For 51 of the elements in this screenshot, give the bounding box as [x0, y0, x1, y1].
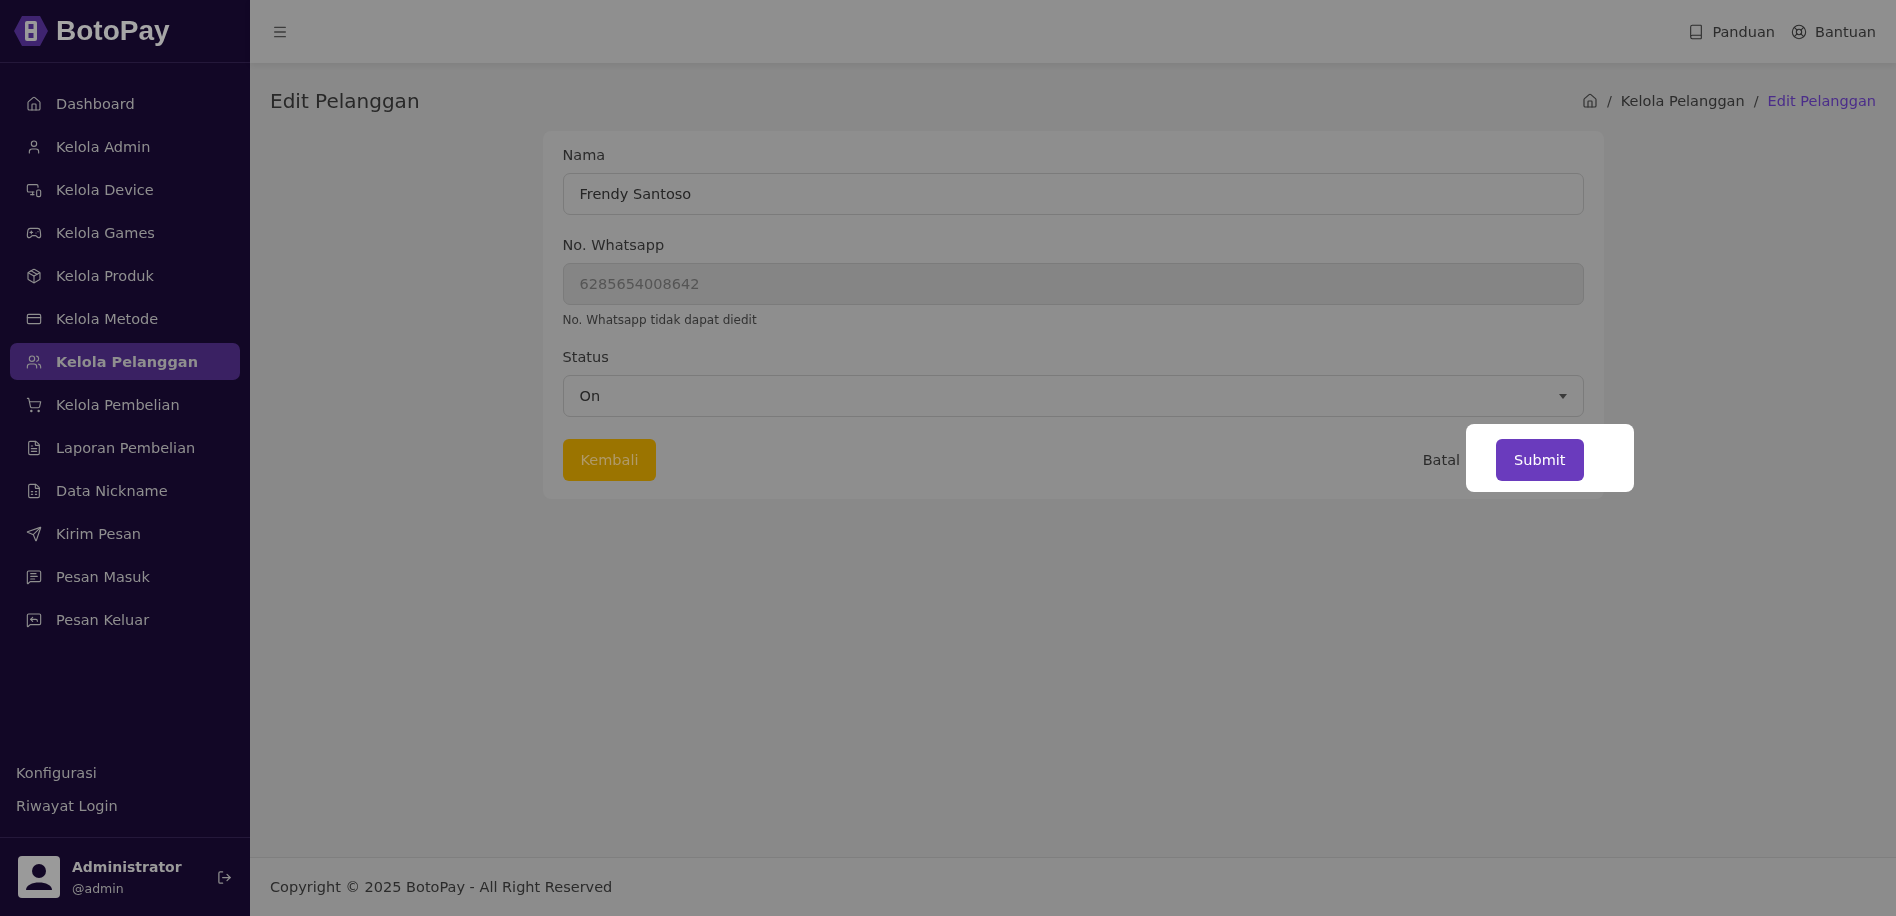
devices-icon [26, 181, 42, 198]
book-icon [1688, 23, 1705, 40]
lifebuoy-icon [1791, 23, 1807, 40]
submit-button[interactable]: Submit [1496, 439, 1584, 481]
sidebar-item[interactable]: Dashboard [10, 85, 240, 122]
sidebar-item[interactable]: Pesan Keluar [10, 601, 240, 638]
sidebar-item[interactable]: Pesan Masuk [10, 558, 240, 595]
field-label: Status [562, 349, 610, 365]
logo-icon [14, 16, 48, 46]
sidebar-link[interactable]: Konfigurasi [0, 758, 250, 788]
cart-icon [26, 396, 42, 413]
page-title: Edit Pelanggan [270, 89, 420, 113]
sidebar-item[interactable]: Kelola Pelanggan [10, 343, 240, 380]
breadcrumb-link[interactable]: Kelola Pelanggan [1620, 93, 1745, 109]
home-icon[interactable] [1581, 93, 1598, 109]
help-text: No. Whatsapp tidak dapat diedit [562, 313, 758, 327]
message-icon [26, 568, 42, 585]
breadcrumb-separator: / [1753, 93, 1759, 109]
sidebar-item[interactable]: Kelola Admin [10, 128, 240, 165]
users-icon [26, 353, 42, 370]
user-name: Administrator [72, 858, 183, 875]
help-link[interactable]: Bantuan [1791, 23, 1876, 40]
send-icon [26, 525, 42, 542]
brand-name: BotoPay [56, 15, 170, 47]
sidebar-link[interactable]: Riwayat Login [0, 791, 250, 821]
sidebar-item[interactable]: Kelola Pembelian [10, 386, 240, 423]
sidebar-item[interactable]: Kelola Device [10, 171, 240, 208]
sidebar-item[interactable]: Kelola Produk [10, 257, 240, 294]
user-icon [26, 138, 42, 155]
input-field[interactable]: Frendy Santoso [562, 173, 1584, 215]
document-icon [26, 482, 42, 499]
document-icon [26, 439, 42, 456]
message-icon [26, 611, 42, 628]
caret-icon [1558, 393, 1567, 399]
avatar-icon [18, 856, 60, 898]
sidebar-item[interactable]: Kelola Metode [10, 300, 240, 337]
sidebar-item[interactable]: Laporan Pembelian [10, 429, 240, 466]
box-icon [26, 267, 42, 284]
breadcrumb-separator: / [1606, 93, 1612, 109]
logout-button[interactable] [217, 869, 232, 885]
sidebar-item[interactable]: Data Nickname [10, 472, 240, 509]
sidebar-item[interactable]: Kelola Games [10, 214, 240, 251]
copyright-text: Copyright © 2025 BotoPay - All Right Reserved [270, 879, 613, 895]
sidebar-item[interactable]: Kirim Pesan [10, 515, 240, 552]
user-handle: @admin [72, 880, 125, 896]
field-label: No. Whatsapp [562, 237, 666, 253]
field-label: Nama [562, 147, 607, 163]
home-icon [26, 95, 42, 112]
status-select[interactable]: On [562, 375, 1584, 417]
guide-link[interactable]: Panduan [1688, 23, 1775, 40]
cancel-button[interactable]: Batal [1422, 452, 1461, 468]
